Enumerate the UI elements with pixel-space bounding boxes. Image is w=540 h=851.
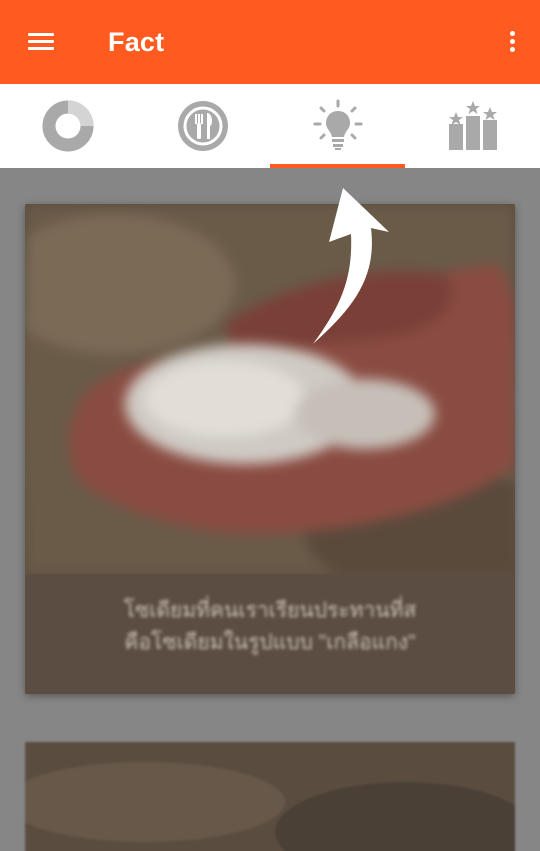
more-options-icon[interactable]: [504, 28, 520, 56]
soil-image: [25, 742, 515, 851]
tab-ranking[interactable]: [405, 84, 540, 168]
fact-card[interactable]: โซเดียมที่คนเราเรียนประทานที่ส คือโซเดีย…: [25, 204, 515, 694]
caption-line-1: โซเดียมที่คนเราเรียนประทานที่ส: [123, 599, 417, 622]
tab-bar: [0, 84, 540, 168]
fact-card-2[interactable]: [25, 742, 515, 851]
caption-line-2: คือโซเดียมในรูปแบบ "เกลือแกง": [124, 631, 416, 654]
hamburger-menu-icon[interactable]: [24, 28, 58, 56]
tab-food[interactable]: [135, 84, 270, 168]
donut-chart-icon: [42, 100, 93, 152]
curved-arrow-pointer-icon: [313, 188, 389, 344]
leaderboard-podium-icon: [448, 101, 497, 150]
tab-fact[interactable]: [270, 84, 405, 168]
app-bar: Fact: [0, 0, 540, 84]
page-title: Fact: [108, 27, 165, 57]
feed-dimmed-overlay[interactable]: โซเดียมที่คนเราเรียนประทานที่ส คือโซเดีย…: [0, 168, 540, 851]
hand-holding-salt-image: [25, 204, 515, 574]
plate-utensils-icon: [177, 101, 228, 151]
card-caption: โซเดียมที่คนเราเรียนประทานที่ส คือโซเดีย…: [25, 574, 515, 694]
tab-progress[interactable]: [0, 84, 135, 168]
lightbulb-icon: [313, 99, 362, 150]
